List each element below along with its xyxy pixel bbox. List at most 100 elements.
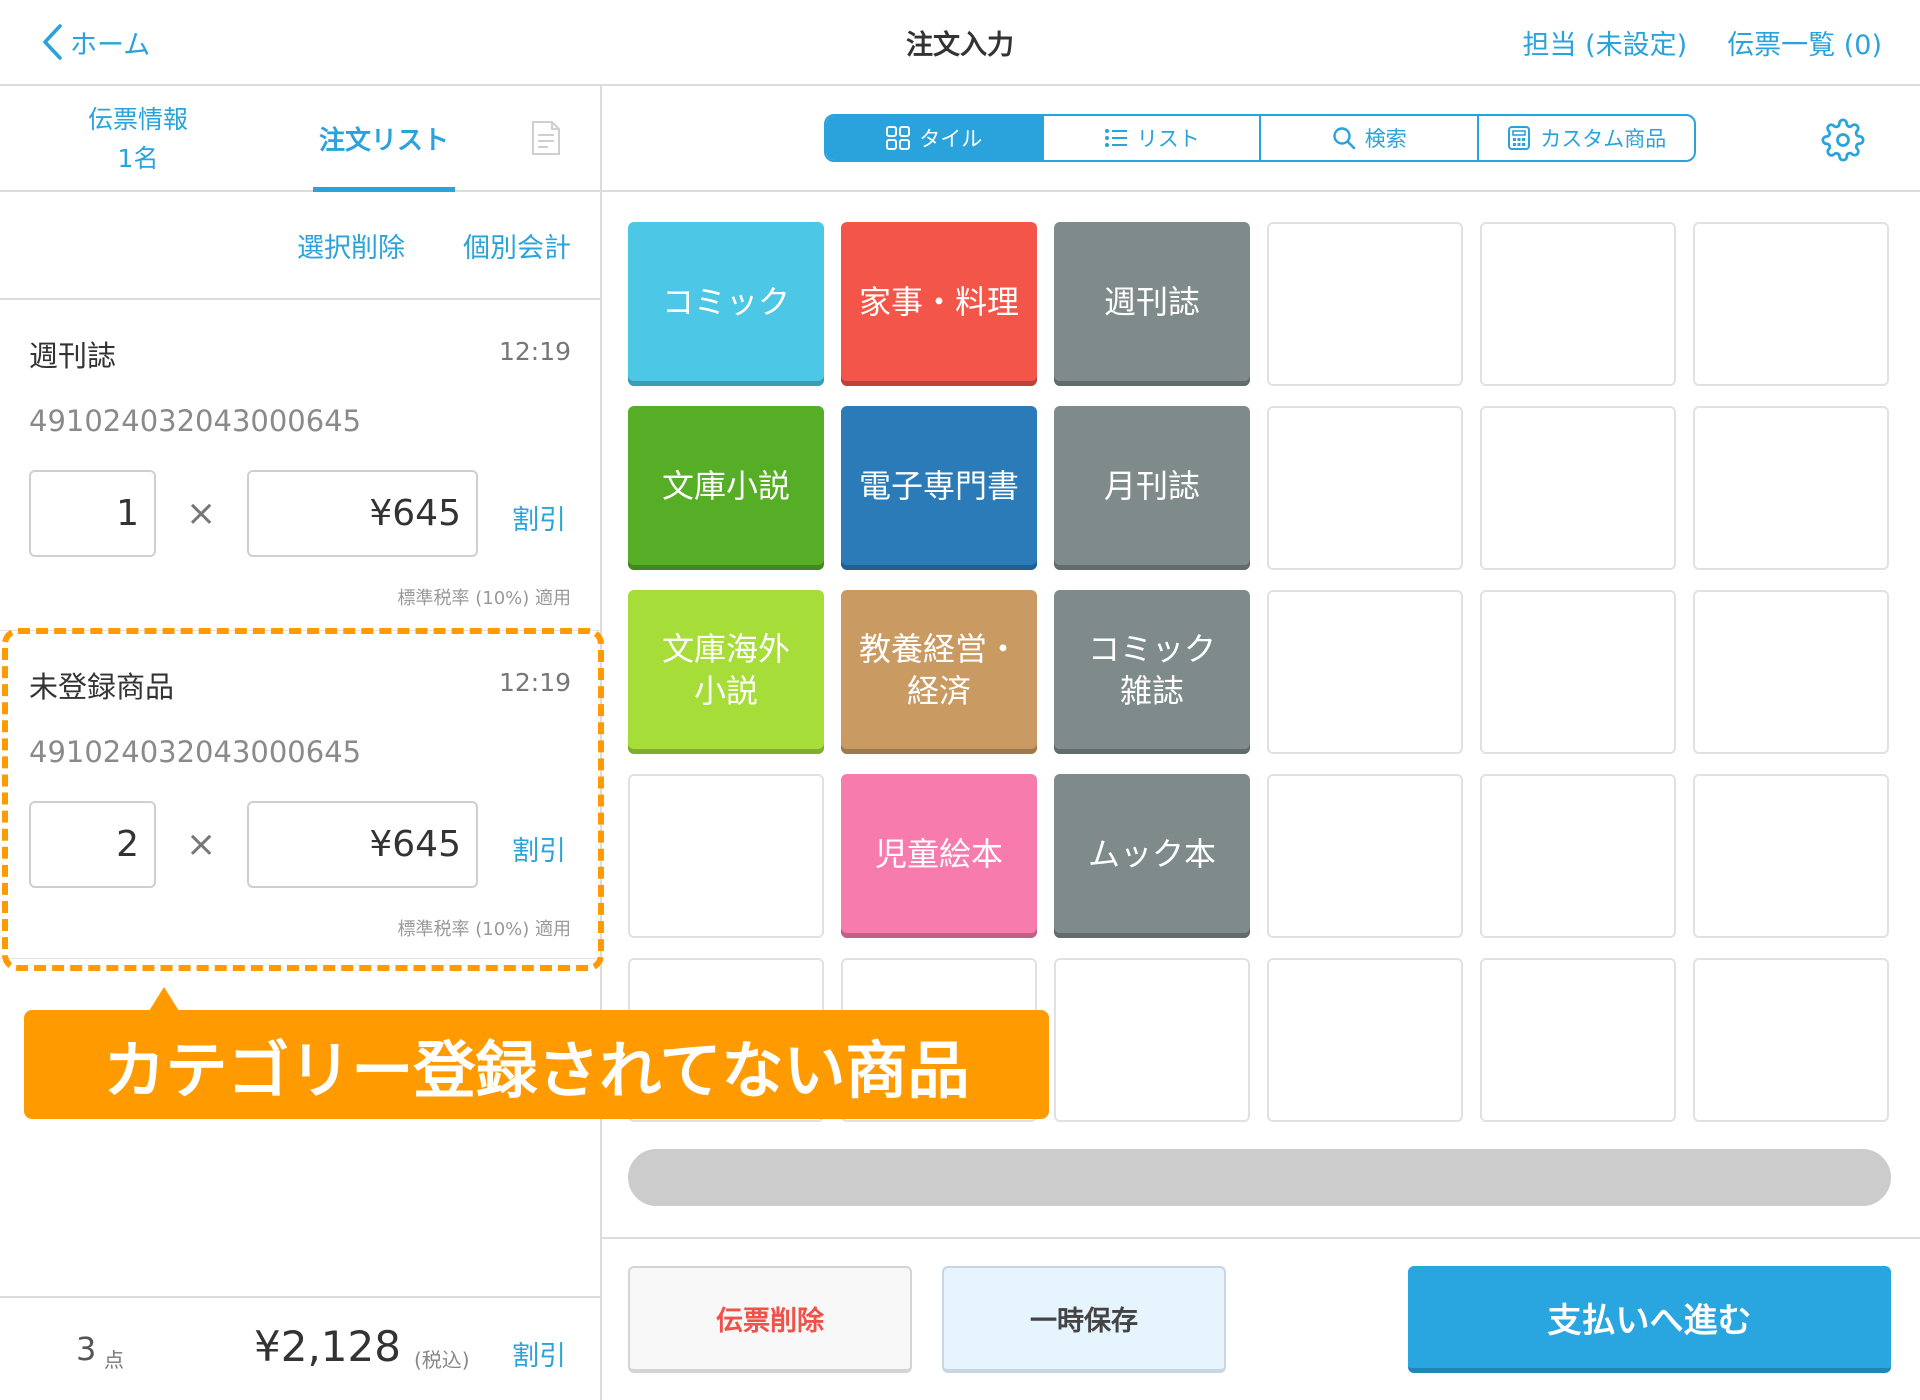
empty-tile <box>1693 774 1889 938</box>
category-tile-grid: コミック 家事・料理 週刊誌 文庫小説 電子専門書 月刊誌 文庫海外 小説 教養経営・ 経済 コミッ… <box>628 222 1889 1122</box>
category-tile[interactable]: ムック本 <box>1054 774 1250 938</box>
empty-tile <box>1267 774 1463 938</box>
order-list-actions: 選択削除 個別会計 <box>0 192 600 300</box>
guest-count: 1名 <box>117 144 159 173</box>
empty-tile <box>1267 406 1463 570</box>
tile-label: コミック <box>661 283 790 321</box>
empty-tile <box>1267 590 1463 754</box>
hold-slip-button[interactable]: 一時保存 <box>942 1266 1226 1373</box>
item-barcode: 491024032043000645 <box>29 404 362 438</box>
view-mode-label: 検索 <box>1364 127 1407 151</box>
view-mode-list-button[interactable]: リスト <box>1041 116 1260 160</box>
empty-tile <box>1480 406 1676 570</box>
order-discount-button[interactable]: 割引 <box>512 1334 566 1373</box>
category-tile[interactable]: 週刊誌 <box>1054 222 1250 386</box>
receipt-icon[interactable] <box>530 120 562 156</box>
tile-label: 経済 <box>906 672 971 710</box>
list-icon <box>1104 129 1127 147</box>
order-item[interactable]: 未登録商品 12:19 491024032043000645 2 × ¥645 … <box>0 631 600 959</box>
category-tile[interactable]: 文庫海外 小説 <box>628 590 824 754</box>
empty-tile <box>1693 222 1889 386</box>
staff-button[interactable]: 担当 (未設定) <box>1523 23 1688 62</box>
footer-divider <box>602 1237 1920 1239</box>
multiply-sign: × <box>186 824 217 865</box>
category-tile[interactable]: 電子専門書 <box>841 406 1037 570</box>
tile-label: 家事・料理 <box>858 283 1019 321</box>
category-tile[interactable]: コミック 雑誌 <box>1054 590 1250 754</box>
tile-label: 週刊誌 <box>1103 283 1200 321</box>
grid-icon <box>886 126 911 150</box>
item-time: 12:19 <box>498 337 571 366</box>
tab-order-list-label: 注文リスト <box>318 125 449 156</box>
empty-tile <box>1267 222 1463 386</box>
view-mode-tile-button[interactable]: タイル <box>826 116 1042 160</box>
tab-order-list[interactable]: 注文リスト <box>313 86 455 192</box>
tile-label: 電子専門書 <box>858 467 1019 505</box>
back-home-button[interactable]: ホーム <box>40 20 150 64</box>
category-tile[interactable]: 児童絵本 <box>841 774 1037 938</box>
tile-label: 児童絵本 <box>874 835 1003 873</box>
tile-label: ムック本 <box>1087 835 1216 873</box>
item-name: 未登録商品 <box>29 670 175 704</box>
order-summary: 3 点 ¥2,128 (税込) 割引 <box>0 1296 600 1400</box>
multiply-sign: × <box>186 493 217 534</box>
tax-included-label: (税込) <box>414 1348 470 1372</box>
order-item[interactable]: 週刊誌 12:19 491024032043000645 1 × ¥645 割引… <box>0 300 600 631</box>
slip-list-button[interactable]: 伝票一覧 (0) <box>1727 23 1882 62</box>
product-toolbar: タイル リスト 検索 カスタム商品 <box>602 86 1920 192</box>
tax-rate-note: 標準税率 (10%) 適用 <box>397 588 572 609</box>
delete-selected-button[interactable]: 選択削除 <box>297 226 405 265</box>
quantity-field[interactable]: 2 <box>29 801 156 888</box>
calculator-icon <box>1508 126 1531 150</box>
search-icon <box>1333 127 1356 150</box>
category-tile[interactable]: 月刊誌 <box>1054 406 1250 570</box>
view-mode-custom-product-button[interactable]: カスタム商品 <box>1476 116 1695 160</box>
price-field[interactable]: ¥645 <box>247 801 478 888</box>
tile-label: 文庫小説 <box>661 467 790 505</box>
item-discount-button[interactable]: 割引 <box>512 498 566 537</box>
item-count: 3 <box>76 1330 97 1368</box>
top-bar: ホーム 注文入力 担当 (未設定) 伝票一覧 (0) <box>0 0 1920 86</box>
view-mode-search-button[interactable]: 検索 <box>1259 116 1477 160</box>
header-actions: 担当 (未設定) 伝票一覧 (0) <box>1523 0 1882 84</box>
empty-tile <box>1480 958 1676 1122</box>
tile-label: 教養経営・ <box>858 630 1019 668</box>
category-tile[interactable]: 文庫小説 <box>628 406 824 570</box>
tile-page-scrollbar[interactable] <box>628 1149 1891 1206</box>
quantity-field[interactable]: 1 <box>29 470 156 557</box>
category-tile[interactable]: 家事・料理 <box>841 222 1037 386</box>
order-panel: 伝票情報 1名 注文リスト 選択削除 個別会計 週刊誌 12:19 491024… <box>0 86 602 1400</box>
price-field[interactable]: ¥645 <box>247 470 478 557</box>
empty-tile <box>628 774 824 938</box>
item-time: 12:19 <box>498 668 571 697</box>
empty-tile <box>1693 958 1889 1122</box>
page-title: 注文入力 <box>906 29 1014 61</box>
view-mode-selector: タイル リスト 検索 カスタム商品 <box>824 114 1696 162</box>
item-discount-button[interactable]: 割引 <box>512 829 566 868</box>
active-tab-indicator <box>313 187 455 192</box>
tile-label: 小説 <box>693 672 758 710</box>
empty-tile <box>1693 590 1889 754</box>
view-mode-label: カスタム商品 <box>1540 127 1667 151</box>
product-panel: タイル リスト 検索 カスタム商品 コミック 家事・料理 週刊誌 文庫小説 電子… <box>602 86 1920 1400</box>
tax-rate-note: 標準税率 (10%) 適用 <box>397 919 572 940</box>
tab-slip-info[interactable]: 伝票情報 1名 <box>40 86 236 190</box>
proceed-to-payment-button[interactable]: 支払いへ進む <box>1408 1266 1891 1373</box>
delete-slip-button[interactable]: 伝票削除 <box>628 1266 912 1373</box>
view-mode-label: リスト <box>1136 127 1200 151</box>
empty-tile <box>1480 774 1676 938</box>
item-barcode: 491024032043000645 <box>29 735 362 769</box>
split-checkout-button[interactable]: 個別会計 <box>463 226 571 265</box>
empty-tile <box>1693 406 1889 570</box>
item-name: 週刊誌 <box>29 339 117 373</box>
category-tile[interactable]: コミック <box>628 222 824 386</box>
empty-tile <box>1054 958 1250 1122</box>
empty-tile <box>1267 958 1463 1122</box>
chevron-left-icon <box>43 24 62 60</box>
tab-slip-info-label: 伝票情報 <box>87 105 188 134</box>
gear-icon[interactable] <box>1821 118 1865 162</box>
order-total: ¥2,128 <box>254 1322 401 1371</box>
order-panel-tabs: 伝票情報 1名 注文リスト <box>0 86 600 192</box>
category-tile[interactable]: 教養経営・ 経済 <box>841 590 1037 754</box>
item-count-unit: 点 <box>104 1348 124 1372</box>
